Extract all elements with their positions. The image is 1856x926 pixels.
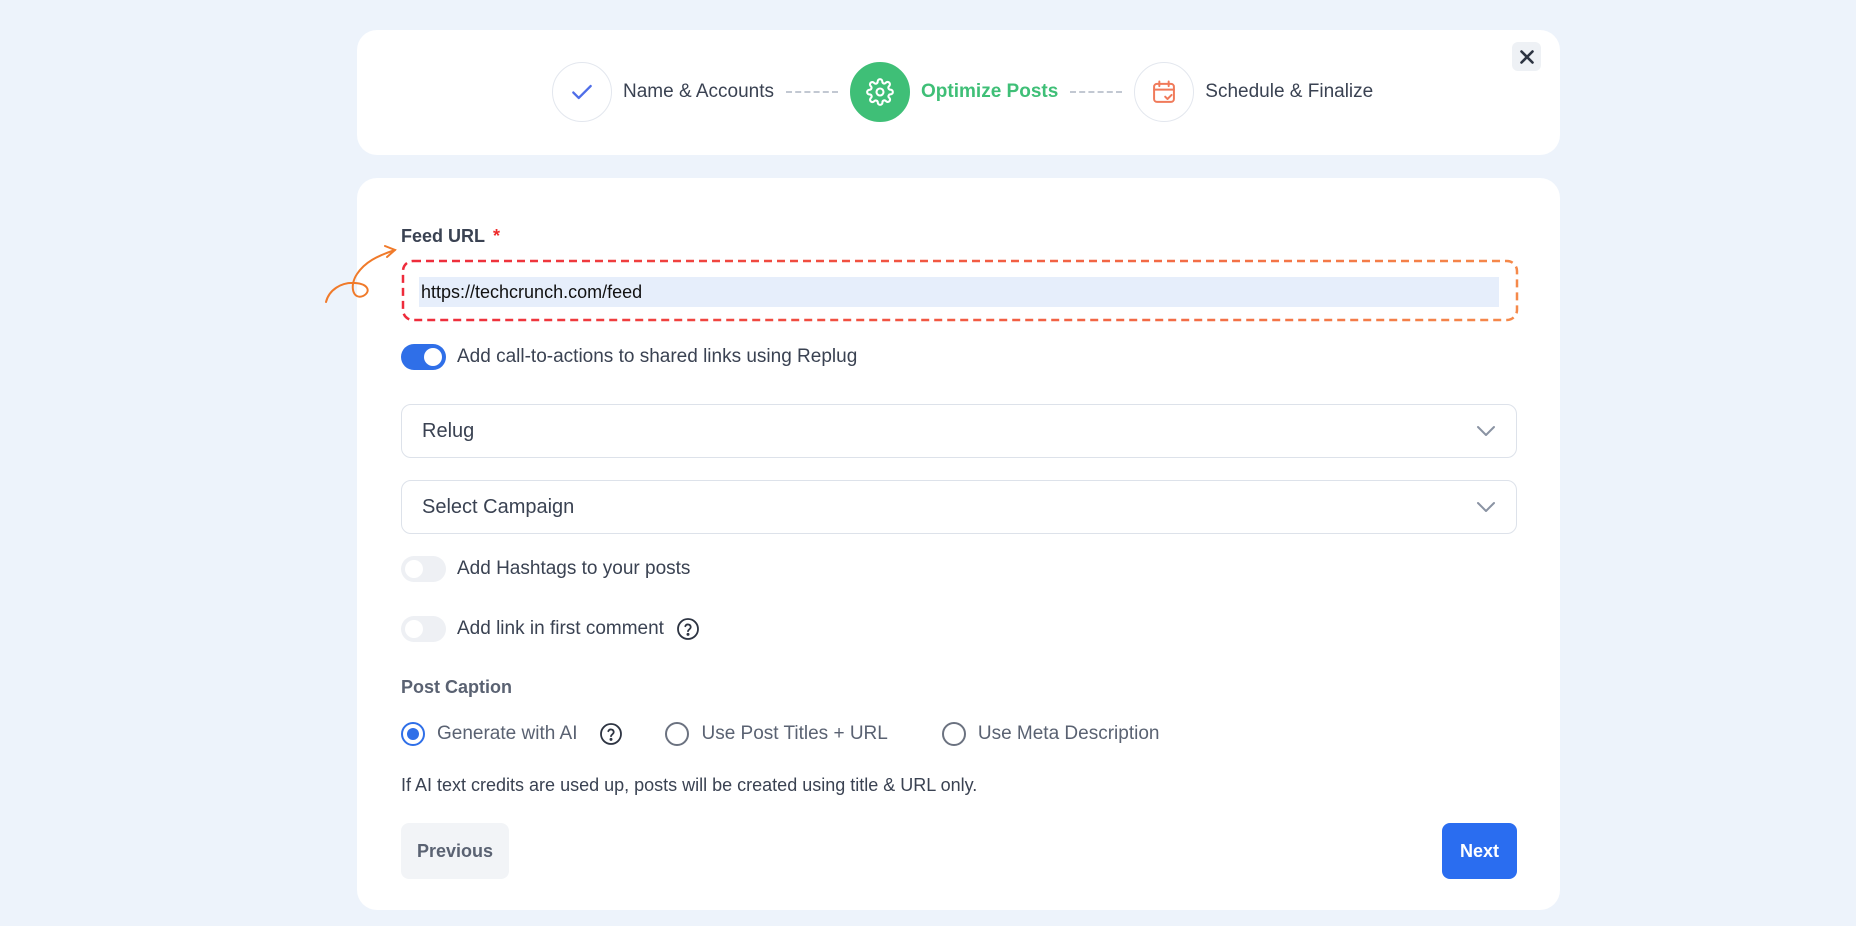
close-button[interactable] bbox=[1512, 42, 1541, 71]
cta-toggle-label: Add call-to-actions to shared links usin… bbox=[457, 346, 858, 367]
help-icon[interactable] bbox=[676, 617, 700, 641]
brand-select-value: Relug bbox=[422, 419, 475, 442]
feed-url-input[interactable] bbox=[419, 277, 1499, 307]
required-mark: * bbox=[493, 226, 501, 246]
previous-button[interactable]: Previous bbox=[401, 823, 509, 879]
chevron-down-icon bbox=[1477, 426, 1495, 436]
radio-meta-description[interactable]: Use Meta Description bbox=[941, 722, 1160, 746]
campaign-select[interactable]: Select Campaign bbox=[401, 480, 1517, 534]
stepper-card: Name & Accounts Optimize Posts Schedule … bbox=[357, 30, 1560, 155]
step-connector bbox=[786, 91, 839, 93]
radio-generate-ai[interactable]: Generate with AI bbox=[401, 722, 577, 746]
close-icon bbox=[1519, 49, 1534, 64]
post-caption-label: Post Caption bbox=[401, 677, 512, 697]
step-label: Schedule & Finalize bbox=[1205, 81, 1374, 102]
hashtag-toggle[interactable] bbox=[401, 556, 446, 582]
first-comment-toggle[interactable] bbox=[401, 616, 446, 642]
help-icon[interactable] bbox=[599, 722, 623, 746]
chevron-down-icon bbox=[1477, 502, 1495, 512]
step-schedule-finalize[interactable]: Schedule & Finalize bbox=[1134, 62, 1373, 122]
step-name-accounts[interactable]: Name & Accounts bbox=[552, 62, 774, 122]
annotation-arrow-icon bbox=[325, 245, 397, 303]
feed-url-field bbox=[401, 261, 1517, 322]
radio-label: Use Meta Description bbox=[977, 723, 1160, 744]
gear-icon bbox=[850, 62, 911, 122]
step-label: Optimize Posts bbox=[921, 81, 1059, 102]
next-button[interactable]: Next bbox=[1442, 823, 1517, 879]
step-label: Name & Accounts bbox=[623, 81, 775, 102]
hashtag-toggle-row: Add Hashtags to your posts bbox=[401, 556, 690, 582]
radio-post-titles-url[interactable]: Use Post Titles + URL bbox=[665, 722, 888, 746]
stepper: Name & Accounts Optimize Posts Schedule … bbox=[552, 62, 1373, 122]
cta-toggle-row: Add call-to-actions to shared links usin… bbox=[401, 344, 857, 370]
check-icon bbox=[552, 62, 612, 122]
radio-label: Generate with AI bbox=[437, 723, 578, 744]
radio-button[interactable] bbox=[941, 722, 966, 746]
ai-credits-note: If AI text credits are used up, posts wi… bbox=[401, 775, 978, 795]
first-comment-toggle-row: Add link in first comment bbox=[401, 616, 700, 642]
hashtag-toggle-label: Add Hashtags to your posts bbox=[457, 558, 691, 579]
radio-label: Use Post Titles + URL bbox=[701, 723, 888, 744]
radio-button[interactable] bbox=[665, 722, 690, 746]
calendar-icon bbox=[1134, 62, 1195, 122]
replug-brand-select[interactable]: Relug bbox=[401, 404, 1517, 458]
first-comment-toggle-label: Add link in first comment bbox=[457, 618, 664, 639]
feed-url-label: Feed URL * bbox=[401, 226, 500, 247]
wizard-page: Name & Accounts Optimize Posts Schedule … bbox=[0, 0, 1856, 926]
caption-radio-group: Generate with AI Use Post Titles + URL U… bbox=[401, 722, 1213, 746]
form-card: Feed URL * Add call-to-actions to shared … bbox=[325, 178, 1560, 910]
cta-toggle[interactable] bbox=[401, 344, 446, 370]
feed-url-label-text: Feed URL bbox=[401, 226, 486, 246]
step-connector bbox=[1070, 91, 1123, 93]
radio-button[interactable] bbox=[401, 722, 425, 746]
campaign-select-value: Select Campaign bbox=[422, 495, 575, 518]
step-optimize-posts[interactable]: Optimize Posts bbox=[850, 62, 1058, 122]
